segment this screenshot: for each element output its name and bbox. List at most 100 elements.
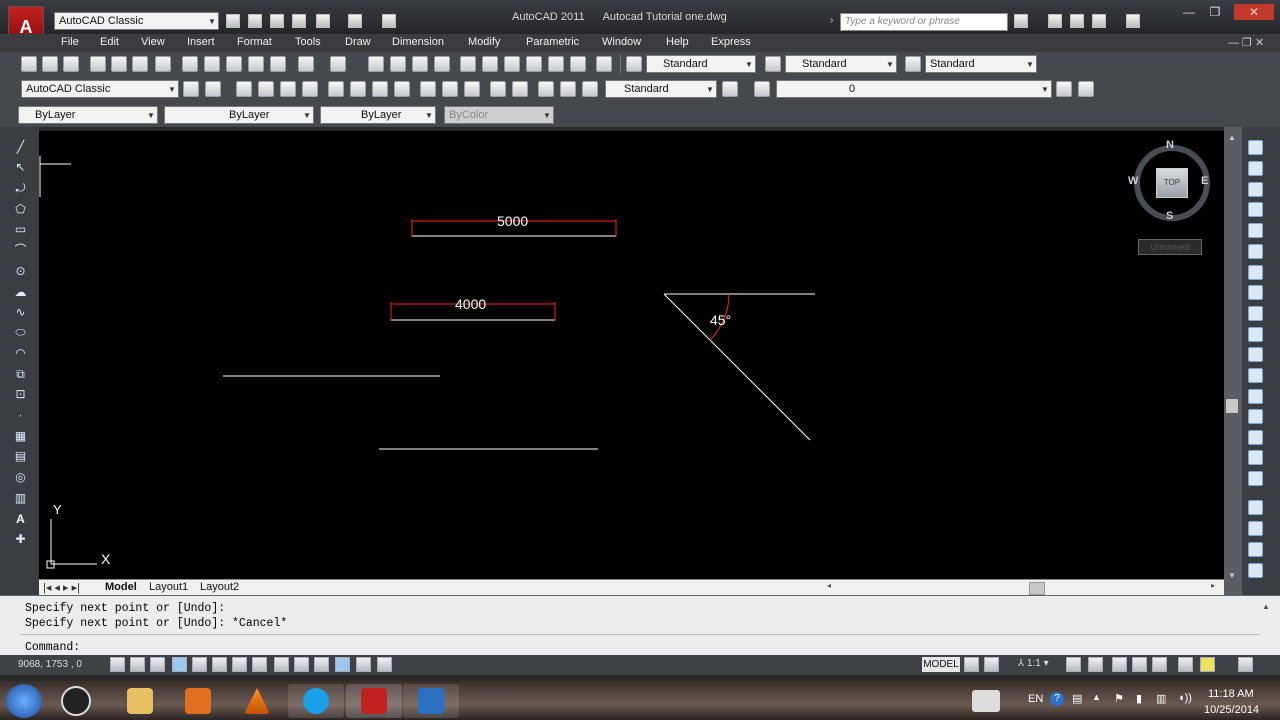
binoculars-icon[interactable] bbox=[1014, 14, 1028, 28]
offset-icon[interactable] bbox=[1248, 202, 1263, 217]
erase-icon[interactable] bbox=[1248, 140, 1263, 155]
join-icon[interactable] bbox=[1248, 409, 1263, 424]
lightbulb-icon[interactable] bbox=[1200, 657, 1215, 672]
ellipse-arc-icon[interactable]: ◠ bbox=[13, 346, 28, 361]
3d-object-snap-icon[interactable] bbox=[232, 657, 247, 672]
circle-icon[interactable]: ⊙ bbox=[13, 264, 28, 279]
text-style-icon[interactable] bbox=[626, 56, 642, 72]
point-icon[interactable]: · bbox=[13, 408, 28, 423]
open-file-icon[interactable] bbox=[248, 14, 262, 28]
selection-cycling-icon[interactable] bbox=[377, 657, 392, 672]
color-select[interactable]: ByLayer ▼ bbox=[18, 106, 158, 124]
taskbar-vlc[interactable] bbox=[229, 684, 285, 718]
viewcube-east[interactable]: E bbox=[1201, 175, 1208, 187]
help-icon[interactable]: ? bbox=[1050, 692, 1064, 706]
wrench-icon[interactable] bbox=[1048, 14, 1062, 28]
pan-icon[interactable] bbox=[368, 56, 384, 72]
redo-icon[interactable] bbox=[330, 56, 346, 72]
viewcube-west[interactable]: W bbox=[1128, 175, 1138, 187]
copy-object-icon[interactable] bbox=[1248, 161, 1263, 176]
tab-layout1[interactable]: Layout1 bbox=[149, 581, 188, 593]
ortho-mode-icon[interactable] bbox=[172, 657, 187, 672]
grid-display-icon[interactable] bbox=[150, 657, 165, 672]
add-selected-icon[interactable]: ✚ bbox=[13, 532, 28, 547]
workspace-settings-icon[interactable] bbox=[183, 81, 199, 97]
markup-icon[interactable] bbox=[548, 56, 564, 72]
volume-icon[interactable]: ◖)) bbox=[1178, 692, 1192, 704]
geometry-line[interactable] bbox=[663, 293, 811, 441]
construction-line-icon[interactable]: ↖ bbox=[13, 160, 28, 175]
annotation-visibility-icon[interactable] bbox=[1066, 657, 1081, 672]
start-button[interactable] bbox=[6, 684, 42, 718]
isolate-objects-icon[interactable] bbox=[1178, 657, 1193, 672]
subscription-icon[interactable] bbox=[1070, 14, 1084, 28]
menu-help[interactable]: Help bbox=[666, 36, 689, 48]
zoom-window-icon[interactable] bbox=[412, 56, 428, 72]
menu-draw[interactable]: Draw bbox=[345, 36, 371, 48]
ucs-menu-button[interactable]: Unnamed bbox=[1138, 239, 1202, 255]
dimension-text-edit-icon[interactable] bbox=[560, 81, 576, 97]
show-hidden-icons[interactable]: ▲ bbox=[1092, 692, 1101, 702]
action-center-icon[interactable]: ⚑ bbox=[1114, 692, 1124, 705]
save-icon[interactable] bbox=[63, 56, 79, 72]
scroll-down-arrow-icon[interactable]: ▼ bbox=[1228, 571, 1236, 580]
clock-time[interactable]: 11:18 AM bbox=[1208, 688, 1254, 700]
menu-format[interactable]: Format bbox=[237, 36, 272, 48]
draw-order-front-icon[interactable] bbox=[1248, 500, 1263, 515]
taskbar-media-player[interactable] bbox=[170, 684, 226, 718]
pen-input-icon[interactable] bbox=[972, 690, 1000, 712]
language-indicator[interactable]: EN bbox=[1028, 693, 1043, 705]
lineweight-select[interactable]: ByLayer ▼ bbox=[320, 106, 436, 124]
ellipse-icon[interactable]: ⬭ bbox=[13, 325, 28, 340]
linear-dimension-icon[interactable] bbox=[236, 81, 252, 97]
make-current-layer-icon[interactable] bbox=[1056, 81, 1072, 97]
plot-style-select[interactable]: ByColor ▼ bbox=[444, 106, 554, 124]
explode-icon[interactable] bbox=[1248, 471, 1263, 486]
viewcube-north[interactable]: N bbox=[1166, 139, 1174, 151]
aligned-dimension-icon[interactable] bbox=[258, 81, 274, 97]
gradient-icon[interactable]: ▤ bbox=[13, 449, 28, 464]
redo-icon[interactable] bbox=[348, 14, 362, 28]
spline-icon[interactable]: ∿ bbox=[13, 305, 28, 320]
maximize-button[interactable]: ❐ bbox=[1202, 4, 1228, 20]
qnew-icon[interactable] bbox=[21, 56, 37, 72]
move-icon[interactable] bbox=[1248, 244, 1263, 259]
insert-block-icon[interactable]: ⧉ bbox=[13, 367, 28, 382]
polar-tracking-icon[interactable] bbox=[192, 657, 207, 672]
cmd-scroll-up-icon[interactable]: ▲ bbox=[1262, 602, 1270, 611]
taskbar-explorer[interactable] bbox=[112, 684, 168, 718]
arc-icon[interactable]: ⌒ bbox=[13, 243, 28, 258]
menu-insert[interactable]: Insert bbox=[187, 36, 215, 48]
stretch-icon[interactable] bbox=[1248, 306, 1263, 321]
transparency-icon[interactable] bbox=[335, 657, 350, 672]
make-block-icon[interactable]: ⊡ bbox=[13, 387, 28, 402]
continue-dimension-icon[interactable] bbox=[464, 81, 480, 97]
plot-icon[interactable] bbox=[90, 56, 106, 72]
draw-order-under-icon[interactable] bbox=[1248, 563, 1263, 578]
block-editor-icon[interactable] bbox=[270, 56, 286, 72]
rotate-icon[interactable] bbox=[1248, 265, 1263, 280]
break-icon[interactable] bbox=[1248, 389, 1263, 404]
help-icon[interactable] bbox=[596, 56, 612, 72]
trim-icon[interactable] bbox=[1248, 327, 1263, 342]
clock-date[interactable]: 10/25/2014 bbox=[1204, 704, 1259, 716]
workspace-switcher[interactable]: AutoCAD Classic ▼ bbox=[54, 12, 219, 30]
chevron-right-icon[interactable]: › bbox=[830, 15, 833, 26]
battery-icon[interactable]: ▮ bbox=[1136, 692, 1142, 705]
annotation-scale[interactable]: ⅄ 1:1 ▾ bbox=[1018, 658, 1049, 669]
zoom-realtime-icon[interactable] bbox=[390, 56, 406, 72]
dimension-text-5000[interactable]: 5000 bbox=[497, 213, 528, 229]
design-center-icon[interactable] bbox=[482, 56, 498, 72]
draw-order-above-icon[interactable] bbox=[1248, 542, 1263, 557]
tab-model[interactable]: Model bbox=[105, 581, 137, 593]
tab-layout2[interactable]: Layout2 bbox=[200, 581, 239, 593]
workspace-save-icon[interactable] bbox=[205, 81, 221, 97]
quick-properties-icon[interactable] bbox=[356, 657, 371, 672]
ordinate-dimension-icon[interactable] bbox=[302, 81, 318, 97]
viewcube-south[interactable]: S bbox=[1166, 210, 1173, 222]
polyline-icon[interactable]: ⤾ bbox=[13, 181, 28, 196]
table-style-select[interactable]: Standard ▼ bbox=[925, 55, 1037, 73]
dimension-edit-icon[interactable] bbox=[538, 81, 554, 97]
tool-palettes-icon[interactable] bbox=[504, 56, 520, 72]
mirror-icon[interactable] bbox=[1248, 182, 1263, 197]
